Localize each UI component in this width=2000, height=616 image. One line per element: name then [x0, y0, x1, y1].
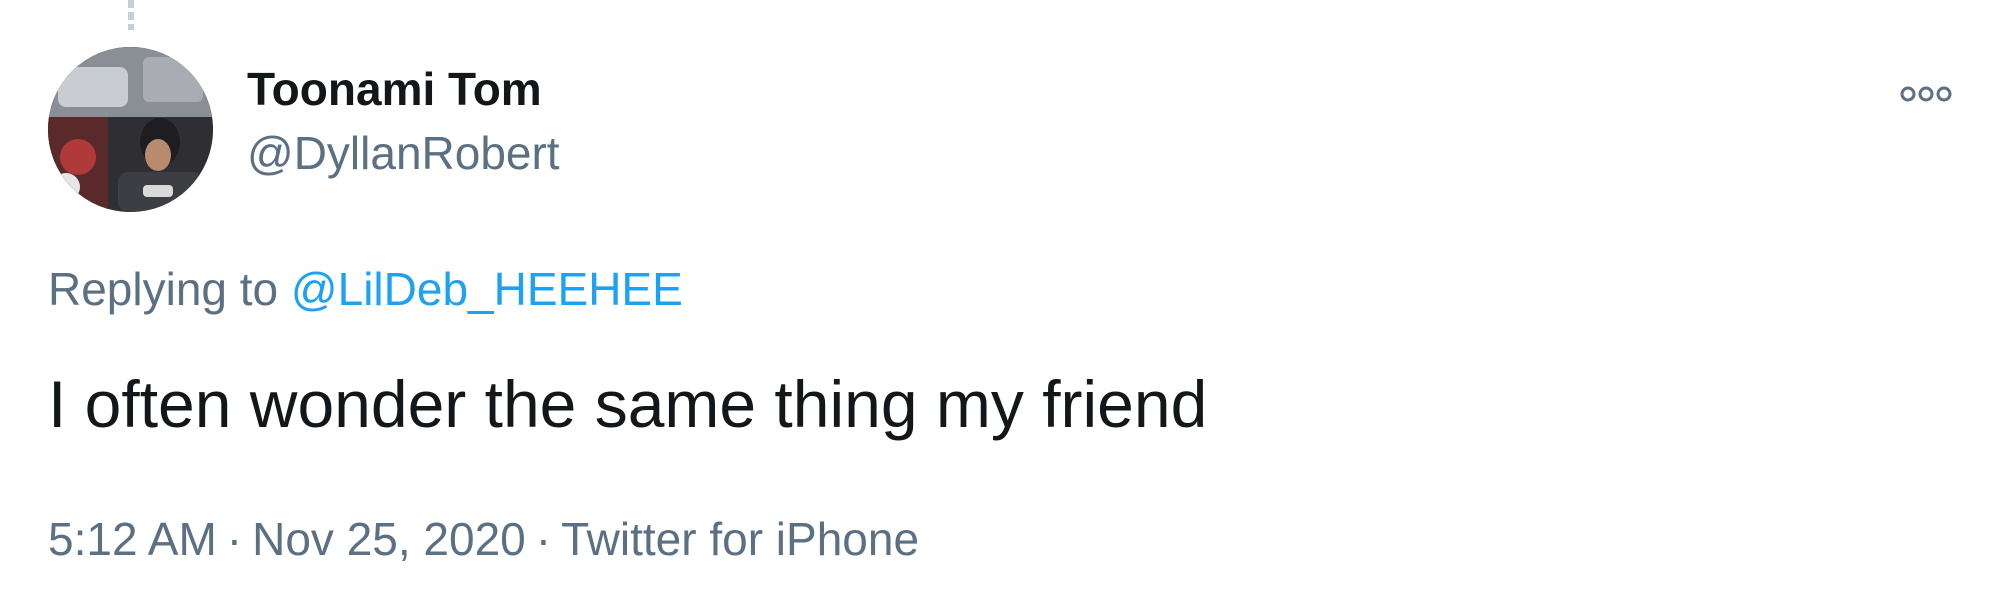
- author-display-name[interactable]: Toonami Tom: [247, 64, 542, 115]
- tweet-card: Toonami Tom @DyllanRobert Replying to @L…: [0, 0, 2000, 616]
- avatar-photo-icon: [48, 47, 213, 212]
- more-options-icon: [1900, 86, 1952, 102]
- tweet-timestamp-date[interactable]: Nov 25, 2020: [252, 513, 526, 565]
- thread-connector-line: [128, 0, 134, 30]
- tweet-metadata: 5:12 AM · Nov 25, 2020 · Twitter for iPhone: [48, 514, 919, 565]
- author-handle[interactable]: @DyllanRobert: [247, 128, 560, 179]
- meta-separator: ·: [226, 513, 243, 565]
- reply-context: Replying to @LilDeb_HEEHEE: [48, 264, 683, 315]
- reply-prefix: Replying to: [48, 263, 279, 315]
- tweet-text: I often wonder the same thing my friend: [48, 367, 1208, 441]
- author-avatar[interactable]: [48, 47, 213, 212]
- meta-separator: ·: [535, 513, 552, 565]
- more-options-button[interactable]: [1896, 76, 1956, 112]
- reply-target-link[interactable]: @LilDeb_HEEHEE: [291, 263, 683, 315]
- tweet-timestamp-time[interactable]: 5:12 AM: [48, 513, 217, 565]
- tweet-source-link[interactable]: Twitter for iPhone: [561, 513, 919, 565]
